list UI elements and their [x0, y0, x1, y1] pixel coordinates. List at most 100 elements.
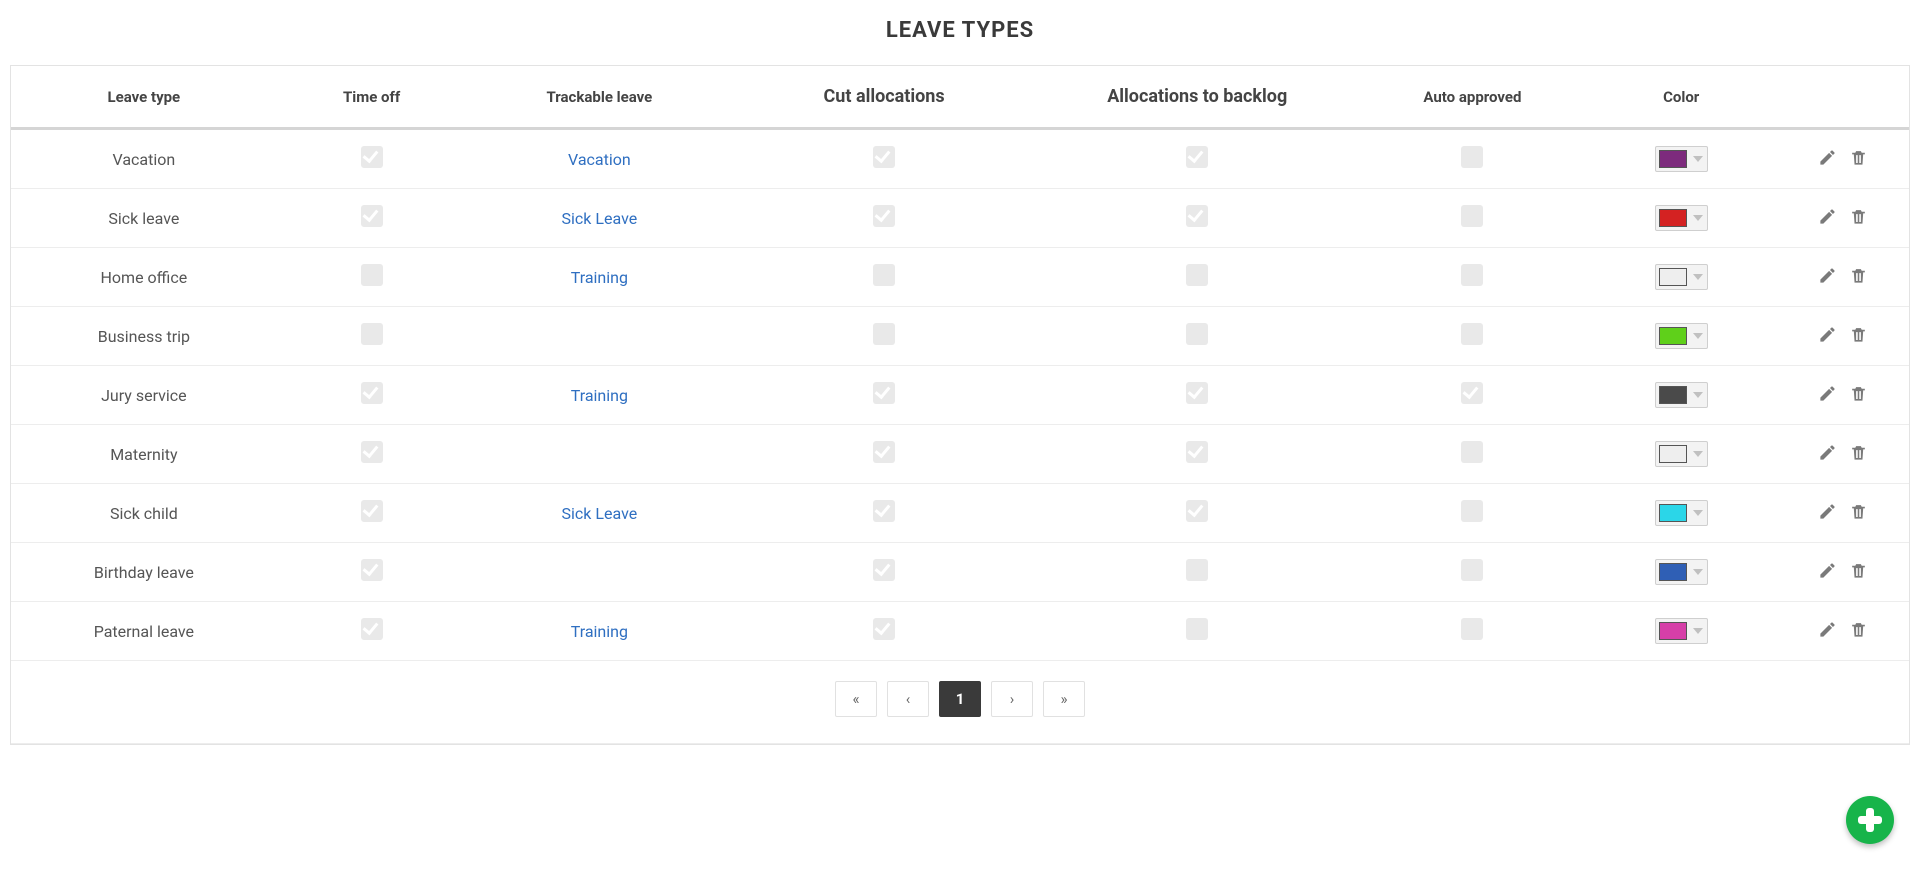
checkbox[interactable]: [1186, 618, 1208, 640]
edit-button[interactable]: [1818, 561, 1837, 584]
color-swatch: [1659, 386, 1687, 404]
trackable-link[interactable]: Sick Leave: [562, 209, 638, 228]
delete-button[interactable]: [1849, 148, 1868, 171]
edit-button[interactable]: [1818, 325, 1837, 348]
checkbox[interactable]: [361, 323, 383, 345]
checkbox[interactable]: [1186, 205, 1208, 227]
color-picker[interactable]: [1655, 146, 1708, 172]
color-swatch: [1659, 327, 1687, 345]
leave-name: Jury service: [11, 366, 277, 425]
pencil-icon: [1818, 148, 1837, 171]
color-swatch: [1659, 268, 1687, 286]
color-picker[interactable]: [1655, 441, 1708, 467]
leave-name: Maternity: [11, 425, 277, 484]
delete-button[interactable]: [1849, 266, 1868, 289]
checkbox[interactable]: [1186, 323, 1208, 345]
color-picker[interactable]: [1655, 264, 1708, 290]
page-title: LEAVE TYPES: [0, 18, 1920, 43]
edit-button[interactable]: [1818, 384, 1837, 407]
trash-icon: [1849, 443, 1868, 466]
checkbox[interactable]: [1186, 146, 1208, 168]
checkbox[interactable]: [361, 146, 383, 168]
color-picker[interactable]: [1655, 500, 1708, 526]
edit-button[interactable]: [1818, 443, 1837, 466]
table-row: VacationVacation: [11, 129, 1909, 189]
checkbox[interactable]: [1461, 205, 1483, 227]
delete-button[interactable]: [1849, 384, 1868, 407]
leave-name: Home office: [11, 248, 277, 307]
checkbox[interactable]: [873, 323, 895, 345]
table-row: Paternal leaveTraining: [11, 602, 1909, 661]
checkbox[interactable]: [1461, 559, 1483, 581]
page-prev-button[interactable]: ‹: [887, 681, 929, 717]
checkbox[interactable]: [1186, 264, 1208, 286]
edit-button[interactable]: [1818, 148, 1837, 171]
leave-name: Sick child: [11, 484, 277, 543]
table-row: Sick leave Sick Leave: [11, 189, 1909, 248]
color-swatch: [1659, 445, 1687, 463]
edit-button[interactable]: [1818, 620, 1837, 643]
edit-button[interactable]: [1818, 502, 1837, 525]
edit-button[interactable]: [1818, 266, 1837, 289]
checkbox[interactable]: [873, 500, 895, 522]
page-next-button[interactable]: ›: [991, 681, 1033, 717]
checkbox[interactable]: [361, 618, 383, 640]
checkbox[interactable]: [1461, 441, 1483, 463]
pagination: « ‹ 1 › »: [19, 681, 1901, 717]
checkbox[interactable]: [361, 382, 383, 404]
page-last-button[interactable]: »: [1043, 681, 1085, 717]
delete-button[interactable]: [1849, 502, 1868, 525]
trackable-link[interactable]: Training: [571, 386, 628, 405]
checkbox[interactable]: [1186, 382, 1208, 404]
checkbox[interactable]: [1461, 618, 1483, 640]
trackable-link[interactable]: Vacation: [568, 150, 631, 169]
delete-button[interactable]: [1849, 325, 1868, 348]
checkbox[interactable]: [361, 205, 383, 227]
page-first-button[interactable]: «: [835, 681, 877, 717]
checkbox[interactable]: [1461, 264, 1483, 286]
color-picker[interactable]: [1655, 618, 1708, 644]
pencil-icon: [1818, 266, 1837, 289]
checkbox[interactable]: [873, 441, 895, 463]
checkbox[interactable]: [1186, 441, 1208, 463]
color-swatch: [1659, 504, 1687, 522]
checkbox[interactable]: [1461, 323, 1483, 345]
color-picker[interactable]: [1655, 559, 1708, 585]
chevron-down-icon: [1693, 333, 1703, 339]
color-picker[interactable]: [1655, 205, 1708, 231]
checkbox[interactable]: [873, 146, 895, 168]
leave-name: Business trip: [11, 307, 277, 366]
checkbox[interactable]: [1186, 500, 1208, 522]
leave-name: Sick leave: [11, 189, 277, 248]
page-current-button[interactable]: 1: [939, 681, 981, 717]
checkbox[interactable]: [1461, 500, 1483, 522]
color-picker[interactable]: [1655, 323, 1708, 349]
table-header-row: Leave type Time off Trackable leave Cut …: [11, 66, 1909, 129]
delete-button[interactable]: [1849, 620, 1868, 643]
trash-icon: [1849, 384, 1868, 407]
checkbox[interactable]: [873, 559, 895, 581]
pencil-icon: [1818, 207, 1837, 230]
trackable-link[interactable]: Training: [571, 268, 628, 287]
checkbox[interactable]: [873, 382, 895, 404]
color-picker[interactable]: [1655, 382, 1708, 408]
checkbox[interactable]: [361, 500, 383, 522]
checkbox[interactable]: [361, 264, 383, 286]
checkbox[interactable]: [1461, 382, 1483, 404]
checkbox[interactable]: [873, 205, 895, 227]
delete-button[interactable]: [1849, 443, 1868, 466]
checkbox[interactable]: [361, 441, 383, 463]
trackable-link[interactable]: Training: [571, 622, 628, 641]
checkbox[interactable]: [873, 264, 895, 286]
leave-name: Birthday leave: [11, 543, 277, 602]
checkbox[interactable]: [1461, 146, 1483, 168]
checkbox[interactable]: [361, 559, 383, 581]
checkbox[interactable]: [873, 618, 895, 640]
table-row: Business trip: [11, 307, 1909, 366]
checkbox[interactable]: [1186, 559, 1208, 581]
trackable-link[interactable]: Sick Leave: [562, 504, 638, 523]
add-leave-type-button[interactable]: [1846, 796, 1894, 844]
edit-button[interactable]: [1818, 207, 1837, 230]
delete-button[interactable]: [1849, 561, 1868, 584]
delete-button[interactable]: [1849, 207, 1868, 230]
